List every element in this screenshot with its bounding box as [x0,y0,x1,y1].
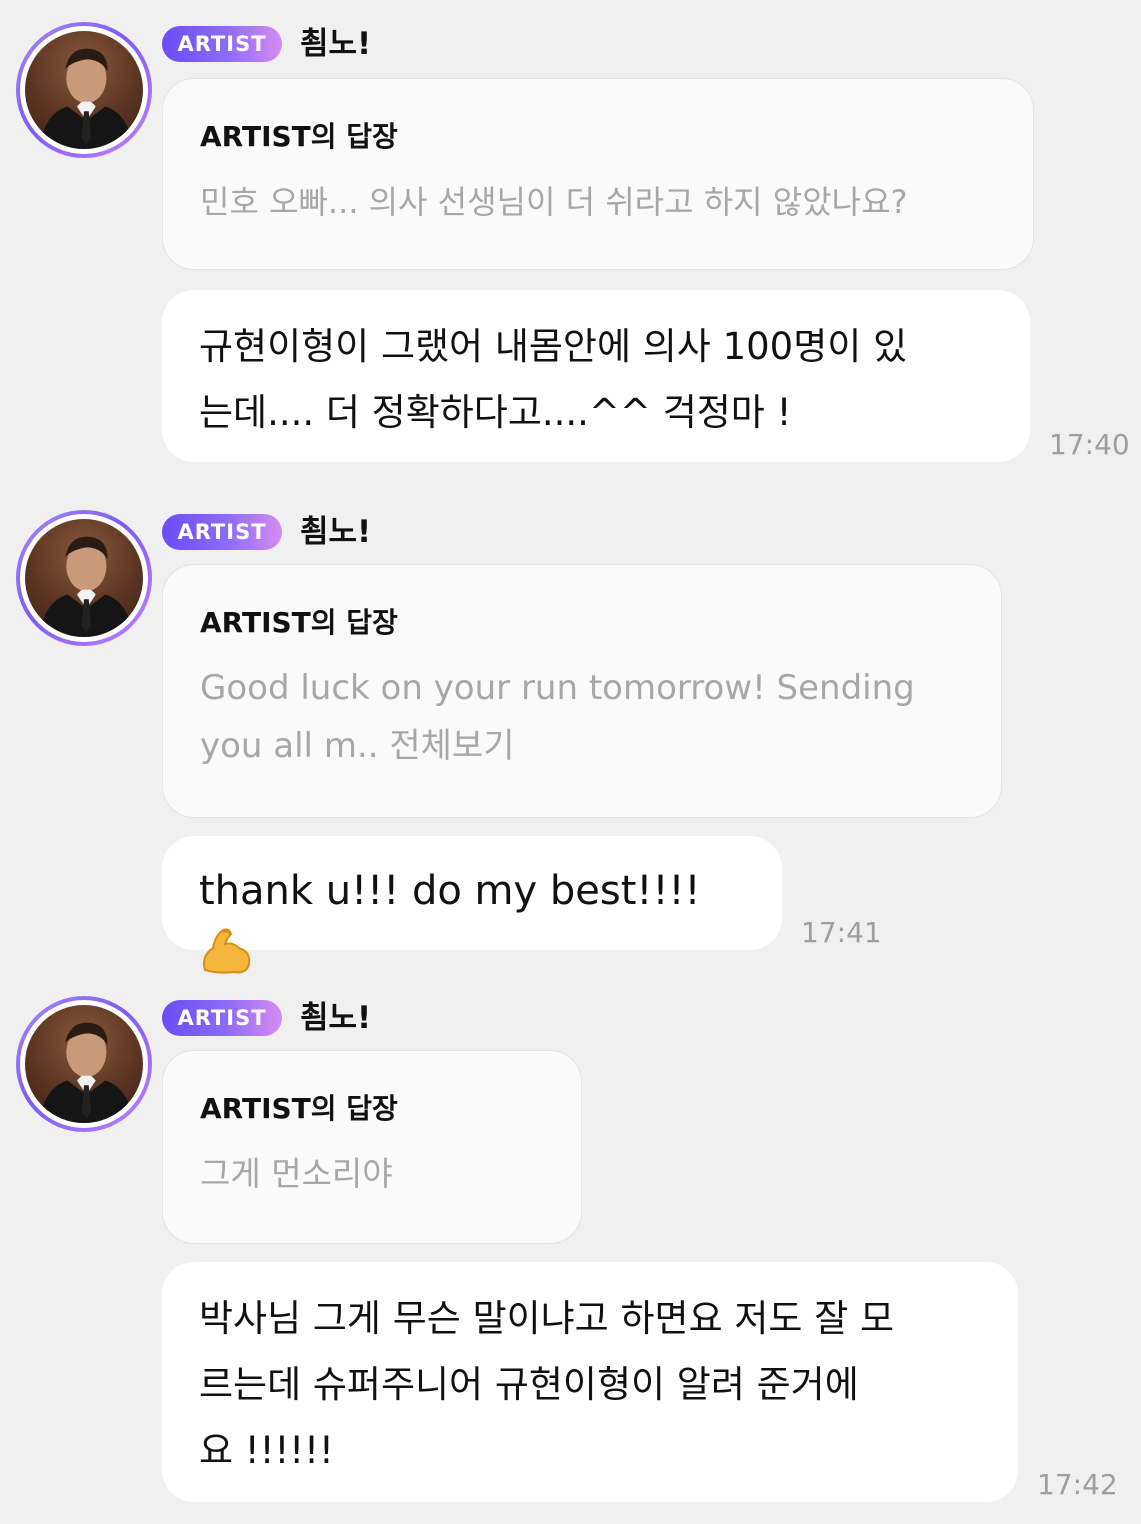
person-icon [39,1022,134,1123]
artist-avatar[interactable] [16,22,152,158]
reply-bubble[interactable]: ARTIST의 답장 Good luck on your run tomorro… [162,564,1002,818]
reply-text: 민호 오빠... 의사 선생님이 더 쉬라고 하지 않았나요? [200,183,908,221]
artist-badge: ARTIST [162,514,282,550]
message-time: 17:41 [801,916,882,949]
avatar-photo [25,1005,143,1123]
reply-title: ARTIST의 답장 [200,606,398,639]
sender-name: 쵬노! [300,514,372,550]
reply-text-line: Good luck on your run tomorrow! Sending [200,668,915,708]
message-bubble[interactable]: thank u!!! do my best!!!! [162,836,782,974]
sender-name: 쵬노! [300,26,372,62]
person-icon [39,536,134,637]
message-line: 르는데 슈퍼주니어 규현이형이 알려 준거에 [199,1363,859,1406]
sender-name: 쵬노! [300,1000,372,1036]
message-time: 17:40 [1049,428,1130,461]
artist-avatar[interactable] [16,996,152,1132]
reply-text: Good luck on your run tomorrow! Sending … [200,659,965,775]
message-line: 규현이형이 그랬어 내몸안에 의사 100명이 있 [199,325,908,368]
reply-title: ARTIST의 답장 [200,1092,398,1125]
artist-badge: ARTIST [162,26,282,62]
reply-text-line: you all m.. 전체보기 [200,726,515,766]
message-line: 요 !!!!!! [199,1429,334,1472]
message-line: 박사님 그게 무슨 말이냐고 하면요 저도 잘 모 [199,1297,895,1340]
reply-bubble[interactable]: ARTIST의 답장 민호 오빠... 의사 선생님이 더 쉬라고 하지 않았나… [162,78,1034,270]
message-line: 는데.... 더 정확하다고....^^ 걱정마 ! [199,391,792,434]
flexed-biceps-icon [199,926,253,996]
artist-avatar[interactable] [16,510,152,646]
message-time: 17:42 [1037,1468,1118,1501]
artist-badge: ARTIST [162,1000,282,1036]
avatar-photo [25,519,143,637]
message-text: thank u!!! do my best!!!! [199,868,701,914]
message-bubble[interactable]: 박사님 그게 무슨 말이냐고 하면요 저도 잘 모 르는데 슈퍼주니어 규현이형… [162,1262,1018,1502]
reply-title: ARTIST의 답장 [200,120,398,153]
reply-text: 그게 먼소리야 [200,1154,393,1193]
reply-bubble[interactable]: ARTIST의 답장 그게 먼소리야 [162,1050,582,1244]
person-icon [39,48,134,149]
message-bubble[interactable]: 규현이형이 그랬어 내몸안에 의사 100명이 있 는데.... 더 정확하다고… [162,290,1030,462]
avatar-photo [25,31,143,149]
